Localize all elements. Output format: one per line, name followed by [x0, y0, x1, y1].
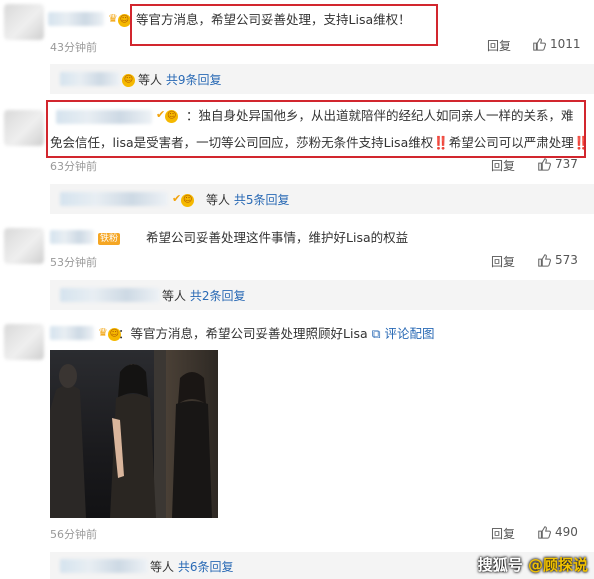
- smile-badge-icon: ☺: [122, 74, 135, 87]
- highlight-box: [46, 100, 586, 158]
- watermark: 搜狐号 @顾探说: [478, 554, 588, 575]
- like-count: 573: [555, 253, 578, 267]
- username-blurred[interactable]: [50, 230, 94, 244]
- comment-time: 56分钟前: [50, 528, 97, 541]
- avatar[interactable]: [4, 110, 44, 146]
- comment-text-body: ：等官方消息，希望公司妥善处理照顾好Lisa: [118, 326, 368, 341]
- username-blurred[interactable]: [50, 326, 94, 340]
- smile-badge-icon: ☺: [181, 194, 195, 207]
- like-count: 1011: [550, 37, 581, 51]
- sub-reply-label: 等人: [150, 560, 175, 574]
- sub-username-blurred: [60, 72, 120, 86]
- photo-person: [172, 372, 212, 518]
- more-replies-link[interactable]: 共5条回复: [234, 193, 290, 207]
- sub-reply-summary[interactable]: 等人 共2条回复: [162, 287, 245, 304]
- watermark-source: 搜狐号: [477, 556, 523, 574]
- avatar[interactable]: [4, 4, 44, 40]
- sub-reply-label: 等人: [138, 73, 163, 87]
- thumb-up-icon: [538, 526, 551, 539]
- avatar[interactable]: [4, 228, 44, 264]
- like-button[interactable]: 573: [537, 253, 578, 267]
- username-blurred[interactable]: [48, 12, 104, 26]
- thumb-up-icon: [533, 38, 546, 51]
- comment-2: ✔︎ ☺ ：独自身处异国他乡，从出道就陪伴的经纪人如同亲人一样的关系，难 免会信任…: [0, 100, 594, 215]
- crown-icon: ♛ ☺: [108, 12, 131, 27]
- more-replies-link[interactable]: 共9条回复: [166, 73, 222, 87]
- more-replies-link[interactable]: 共2条回复: [190, 289, 246, 303]
- comment-text: ：等官方消息，希望公司妥善处理照顾好Lisa ⧉ 评论配图: [118, 322, 435, 345]
- smile-badge-icon: ☺: [117, 14, 131, 27]
- more-replies-link[interactable]: 共6条回复: [178, 560, 234, 574]
- avatar[interactable]: [4, 324, 44, 360]
- comment-1: ♛ ☺ 等官方消息，希望公司妥善处理，支持Lisa维权！ 43分钟前 回复 101…: [0, 0, 594, 95]
- comment-picture-link[interactable]: ⧉ 评论配图: [372, 326, 435, 341]
- sub-reply-summary[interactable]: 等人 共6条回复: [150, 558, 233, 575]
- photo-person: [50, 364, 86, 518]
- sub-reply-box[interactable]: 等人 共2条回复: [50, 280, 594, 310]
- comment-time: 43分钟前: [50, 41, 97, 54]
- picture-link-label: 评论配图: [384, 326, 435, 341]
- comment-text: 希望公司妥善处理这件事情，维护好Lisa的权益: [146, 230, 409, 245]
- like-count: 490: [555, 525, 578, 539]
- like-count: 737: [555, 157, 578, 171]
- reply-button[interactable]: 回复: [491, 253, 515, 270]
- comment-time: 53分钟前: [50, 256, 97, 269]
- sub-username-blurred: [60, 288, 160, 302]
- sub-username-blurred: [60, 559, 148, 573]
- sub-reply-box[interactable]: ✔︎ ☺ 等人 共5条回复: [50, 184, 594, 214]
- comment-time: 63分钟前: [50, 160, 97, 173]
- reply-button[interactable]: 回复: [491, 525, 515, 542]
- sub-reply-box[interactable]: ☺ 等人 共9条回复: [50, 64, 594, 94]
- fan-badge-label: 铁粉: [98, 233, 121, 245]
- reply-button[interactable]: 回复: [491, 157, 515, 174]
- highlight-box: [130, 4, 438, 46]
- picture-icon: ⧉: [371, 326, 381, 341]
- watermark-account: @顾探说: [527, 556, 588, 574]
- like-button[interactable]: 737: [537, 157, 578, 171]
- sub-reply-label: 等人: [206, 193, 231, 207]
- like-button[interactable]: 1011: [532, 37, 581, 51]
- sub-reply-label: 等人: [162, 289, 187, 303]
- comment-3: 铁粉 希望公司妥善处理这件事情，维护好Lisa的权益 53分钟前 回复 573 …: [0, 222, 594, 314]
- sub-reply-summary[interactable]: 等人 共9条回复: [138, 71, 221, 88]
- sub-username-blurred: [60, 192, 168, 206]
- thumb-up-icon: [538, 254, 551, 267]
- photo-person: [110, 364, 156, 518]
- like-button[interactable]: 490: [537, 525, 578, 539]
- fan-badge: 铁粉: [98, 231, 121, 245]
- comment-photo[interactable]: [50, 350, 218, 518]
- sub-reply-summary[interactable]: 等人 共5条回复: [206, 191, 289, 208]
- thumb-up-icon: [538, 158, 551, 171]
- crown-icon: ✔︎ ☺: [172, 192, 195, 207]
- reply-button[interactable]: 回复: [487, 37, 511, 54]
